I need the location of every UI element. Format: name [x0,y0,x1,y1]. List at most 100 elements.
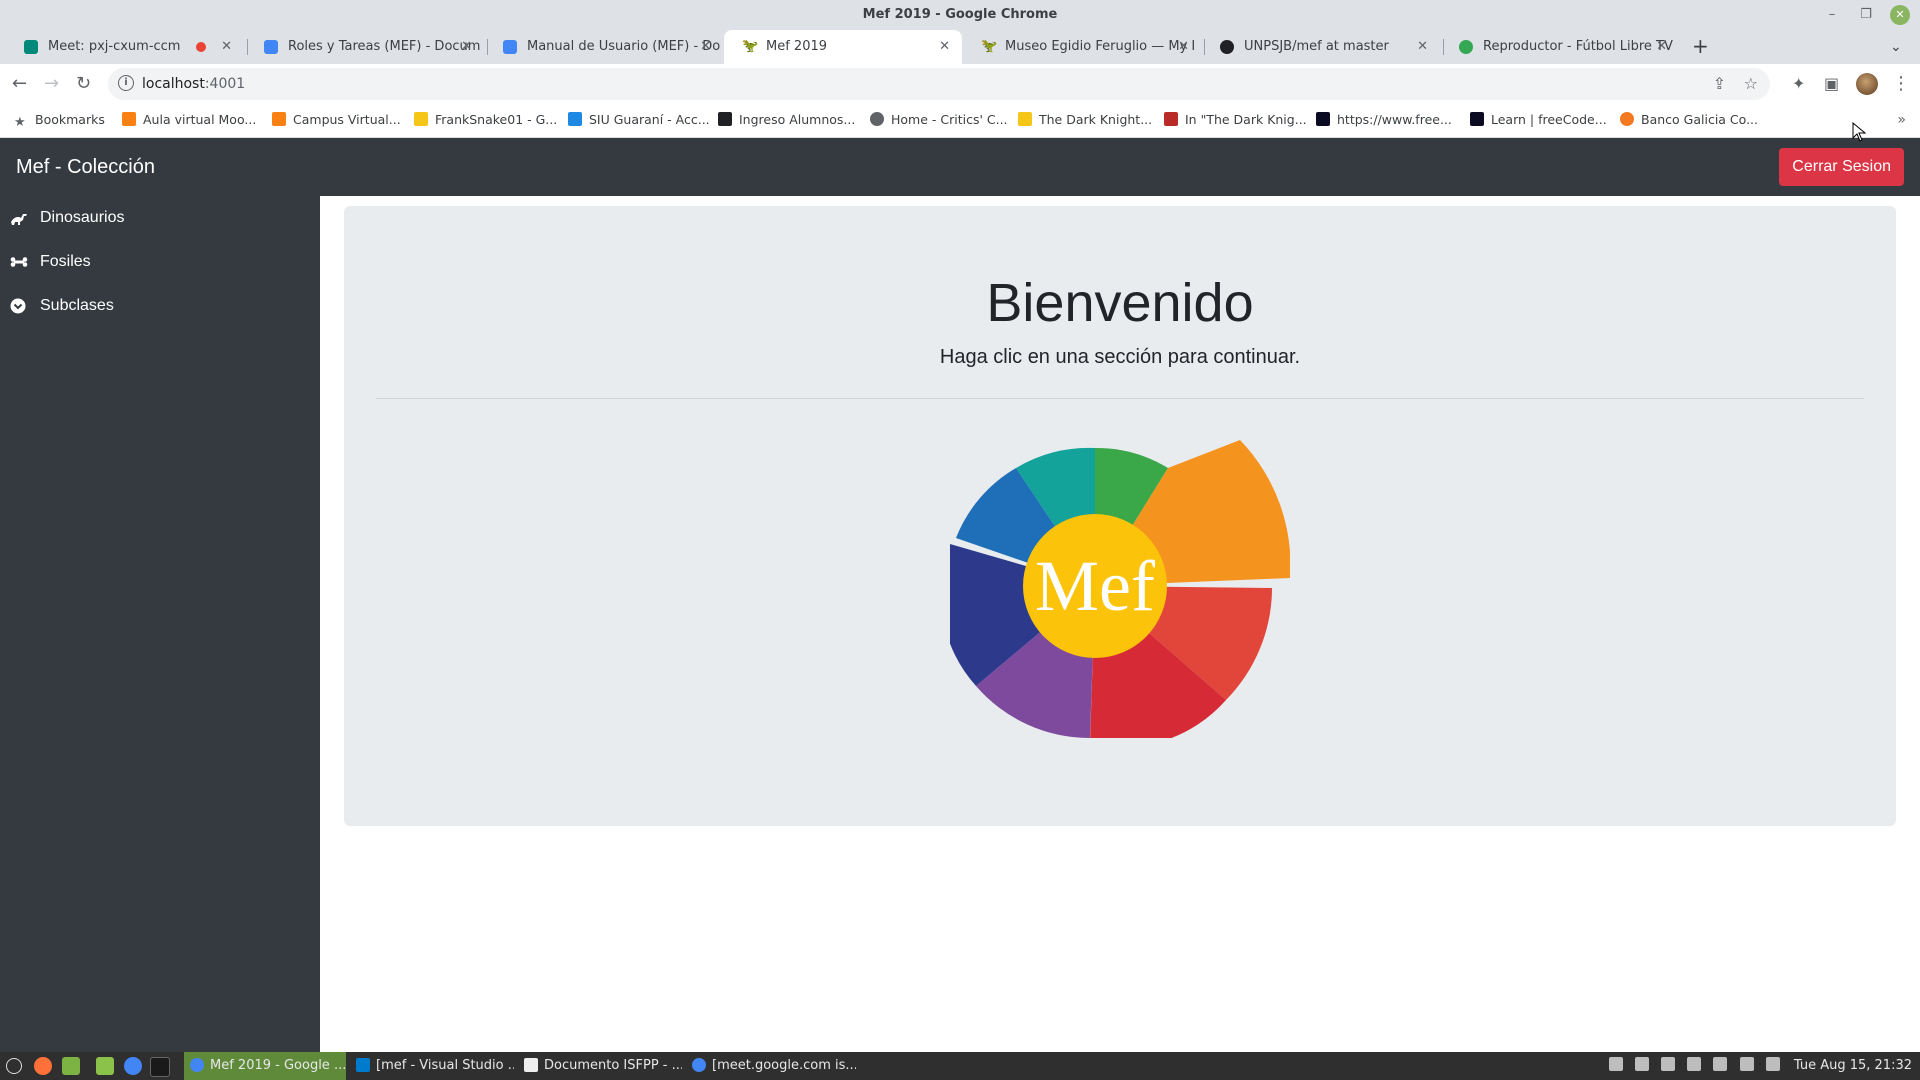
tab-futbol-libre[interactable]: Reproductor - Fútbol Libre TV ✕ [1441,30,1679,64]
sidebar-item-label: Fosiles [40,253,91,270]
folder-icon[interactable] [96,1057,114,1075]
brand-link[interactable]: Mef - Colección [16,138,155,196]
shield-icon[interactable] [1713,1057,1728,1071]
freecodecamp-icon [1470,112,1484,126]
files-icon[interactable] [62,1057,80,1075]
logout-button[interactable]: Cerrar Sesion [1779,148,1904,186]
menu-kebab-icon[interactable]: ⋮ [1892,72,1910,96]
recording-icon [196,42,206,52]
close-tab-icon[interactable]: ✕ [1656,30,1667,64]
tab-label: Reproductor - Fútbol Libre TV [1483,39,1673,54]
volume-icon[interactable] [1765,1057,1780,1071]
wifi-icon[interactable] [1739,1057,1754,1071]
r-icon [414,112,428,126]
bookmark-item[interactable]: Campus Virtual... [272,104,401,136]
chrome-icon [190,1058,204,1072]
profile-avatar[interactable] [1856,73,1878,95]
tab-label: Manual de Usuario (MEF) - Do [527,39,721,54]
tab-roles-tareas[interactable]: Roles y Tareas (MEF) - Docum ✕ [246,30,484,64]
close-tab-icon[interactable]: ✕ [939,30,950,64]
reload-icon[interactable]: ↻ [76,72,91,96]
bookmark-item[interactable]: SIU Guaraní - Acc... [568,104,710,136]
os-taskbar: Mef 2019 - Google ... [mef - Visual Stud… [0,1052,1920,1080]
bookmark-star-icon[interactable]: ☆ [1744,74,1758,93]
app-navbar: Mef - Colección Cerrar Sesion [0,138,1920,196]
bookmark-item[interactable]: https://www.free... [1316,104,1452,136]
new-tab-icon[interactable]: + [1692,30,1709,62]
close-tab-icon[interactable]: ✕ [461,30,472,64]
bookmark-item[interactable]: FrankSnake01 - G... [414,104,557,136]
taskbar-window-documento[interactable]: Documento ISFPP - ... [518,1052,682,1080]
taskbar-window-meet[interactable]: [meet.google.com is... [686,1052,856,1080]
bookmark-item[interactable]: Aula virtual Moo... [122,104,256,136]
bookmark-item[interactable]: Ingreso Alumnos... [718,104,855,136]
bookmark-item[interactable]: Learn | freeCode... [1470,104,1607,136]
extensions-icon[interactable]: ✦ [1792,72,1805,96]
mask-icon [718,112,732,126]
address-bar[interactable]: i localhost:4001 ⇪ ☆ [108,68,1770,100]
quora-icon [1164,112,1178,126]
bookmark-item[interactable]: In "The Dark Knig... [1164,104,1307,136]
close-window-icon[interactable]: ✕ [1890,5,1910,25]
bookmark-item[interactable]: Home - Critics' C... [870,104,1008,136]
menu-icon[interactable] [6,1058,22,1074]
sidebar-item-label: Subclases [40,297,114,314]
bluetooth-icon[interactable] [1608,1057,1623,1071]
forward-icon[interactable]: → [44,72,59,96]
tab-search-icon[interactable]: ⌄ [1890,30,1902,64]
minimize-icon[interactable]: – [1822,5,1842,25]
system-tray: Tue Aug 15, 21:32 [1605,1052,1912,1080]
tab-label: Roles y Tareas (MEF) - Docum [288,39,481,54]
dinosaur-favicon-icon: 🦖 [981,39,998,54]
close-tab-icon[interactable]: ✕ [1178,30,1189,64]
tab-mef-2019[interactable]: 🦖 Mef 2019 ✕ [724,30,962,64]
notes-icon[interactable] [1687,1057,1702,1071]
chrome-icon[interactable] [124,1057,142,1075]
more-bookmarks-icon[interactable]: » [1897,104,1906,136]
sidebar: Dinosaurios Fosiles Subclases [0,196,320,1052]
taskbar-window-vscode[interactable]: [mef - Visual Studio ... [350,1052,514,1080]
terminal-icon[interactable] [150,1057,170,1077]
close-tab-icon[interactable]: ✕ [1417,30,1428,64]
clock[interactable]: Tue Aug 15, 21:32 [1794,1058,1912,1073]
browser-toolbar: ← → ↻ i localhost:4001 ⇪ ☆ ✦ ▣ ⋮ [0,64,1920,104]
restore-icon[interactable]: ❐ [1856,5,1876,25]
microphone-icon[interactable] [1661,1057,1676,1071]
dinosaur-favicon-icon: 🦖 [742,39,759,54]
share-icon[interactable]: ⇪ [1713,74,1726,93]
tab-label: Meet: pxj-cxum-ccm [48,39,181,54]
clipboard-icon[interactable] [1635,1057,1650,1071]
bookmark-item[interactable]: ★ Bookmarks [14,104,105,136]
bookmark-item[interactable]: The Dark Knight... [1018,104,1152,136]
mef-logo: Mef [950,440,1290,738]
welcome-lead: Haga clic en una sección para continuar. [939,346,1301,368]
mouse-cursor-icon [1852,122,1866,142]
close-tab-icon[interactable]: ✕ [700,30,711,64]
tab-label: Mef 2019 [766,39,828,54]
close-tab-icon[interactable]: ✕ [221,30,232,64]
sidebar-item-dinosaurios[interactable]: Dinosaurios [0,196,320,240]
bookmark-item[interactable]: Banco Galicia Co... [1620,104,1758,136]
sidebar-item-subclases[interactable]: Subclases [0,284,320,328]
main-content: Bienvenido Haga clic en una sección para… [320,196,1920,1052]
bone-icon [10,257,28,267]
sidebar-item-fosiles[interactable]: Fosiles [0,240,320,284]
side-panel-icon[interactable]: ▣ [1824,72,1839,96]
soccer-ball-icon [1459,40,1473,54]
tab-museo-feruglio[interactable]: 🦖 Museo Egidio Feruglio — My I ✕ [963,30,1201,64]
docs-icon [503,40,517,54]
back-icon[interactable]: ← [12,72,27,96]
window-titlebar: Mef 2019 - Google Chrome – ❐ ✕ [0,0,1920,30]
welcome-title: Bienvenido [986,273,1254,333]
sidebar-item-label: Dinosaurios [40,209,125,226]
taskbar-window-chrome[interactable]: Mef 2019 - Google ... [184,1052,346,1080]
divider [376,398,1864,399]
site-info-icon[interactable]: i [118,75,134,91]
firefox-icon[interactable] [34,1057,52,1075]
imdb-icon [1018,112,1032,126]
star-icon: ★ [14,115,26,130]
url-text: localhost:4001 [142,76,246,92]
tab-manual-usuario[interactable]: Manual de Usuario (MEF) - Do ✕ [485,30,723,64]
tab-meet[interactable]: Meet: pxj-cxum-ccm ✕ [6,30,244,64]
tab-github[interactable]: UNPSJB/mef at master ✕ [1202,30,1440,64]
